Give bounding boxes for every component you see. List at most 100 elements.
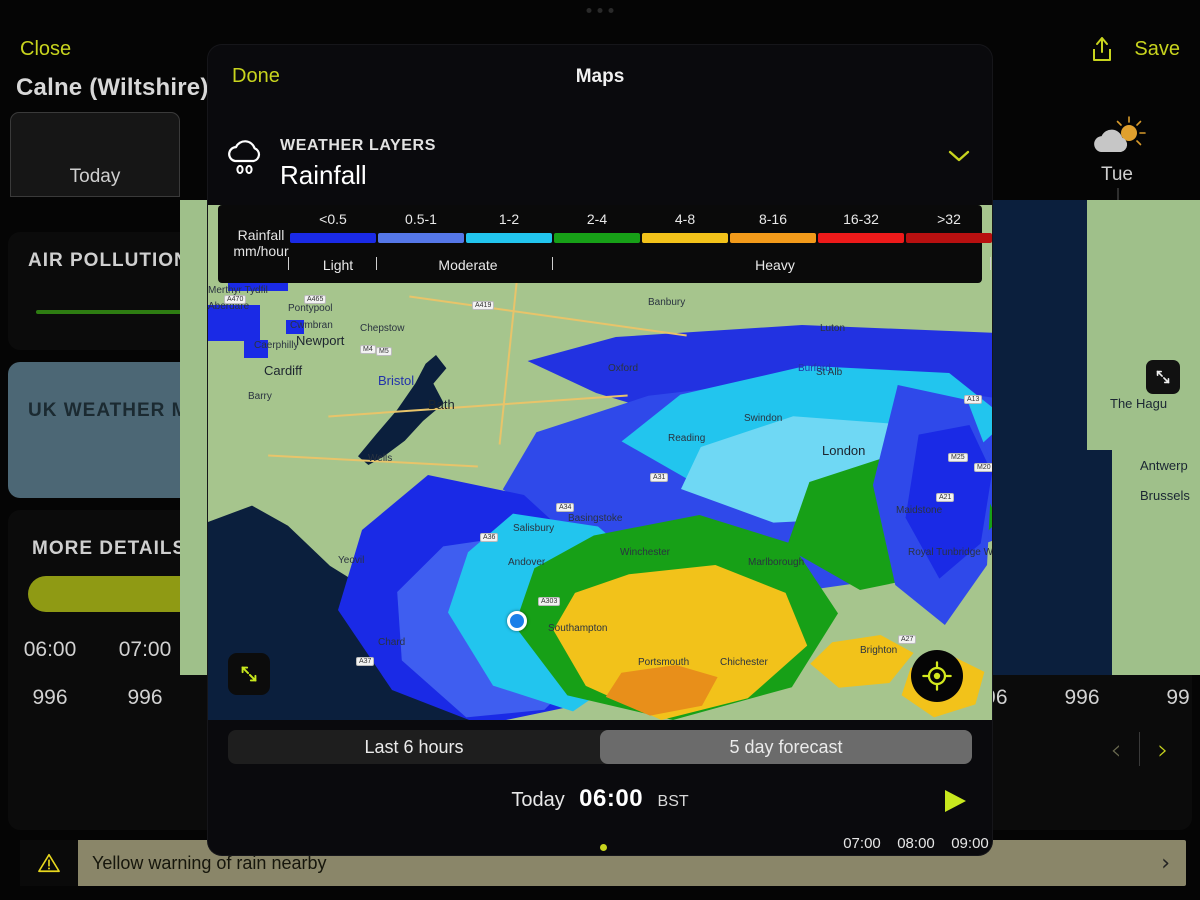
- road-badge: A465: [304, 295, 327, 304]
- segment-label: 5 day forecast: [729, 736, 843, 757]
- legend-band-swatch: [642, 233, 728, 243]
- legend-band-value: 0.5-1: [405, 211, 437, 227]
- map-label: Antwerp: [1140, 458, 1188, 473]
- legend-band: <0.5: [290, 211, 376, 243]
- background-map-left-strip[interactable]: [180, 200, 210, 675]
- locate-crosshair-icon[interactable]: [911, 650, 963, 702]
- current-frame-time: Today 06:00 BST: [208, 785, 992, 813]
- legend-band: 16-32: [818, 211, 904, 243]
- map-label: Basingstoke: [568, 513, 623, 524]
- map-label: Brighton: [860, 645, 898, 656]
- map-label: Maidstone: [896, 505, 943, 516]
- road-badge: M25: [948, 453, 968, 462]
- detail-value: 99: [1166, 686, 1190, 709]
- frame-time: 06:00: [579, 785, 644, 812]
- map-label: Cwmbran: [290, 320, 333, 331]
- rainfall-legend: Rainfall mm/hour <0.5 0.5-1 1-2 2-4 4-8 …: [218, 205, 992, 283]
- map-label: Salisbury: [513, 523, 555, 534]
- map-label: Reading: [668, 433, 706, 444]
- road-badge: A37: [356, 657, 375, 666]
- legend-band: 0.5-1: [378, 211, 464, 243]
- chevron-right-icon[interactable]: ›: [1161, 851, 1170, 876]
- details-pagination: ‹ ›: [1093, 732, 1186, 766]
- map-label: Yeovil: [338, 555, 365, 566]
- legend-band: 8-16: [730, 211, 816, 243]
- legend-scale: <0.5 0.5-1 1-2 2-4 4-8 8-16 16-32 >32 Li…: [288, 211, 992, 277]
- legend-band: 1-2: [466, 211, 552, 243]
- chevron-down-icon[interactable]: [948, 149, 970, 163]
- legend-tick: [990, 257, 991, 270]
- close-button[interactable]: Close: [20, 38, 71, 61]
- sun-behind-cloud-icon: [1087, 116, 1147, 162]
- timeline-labels: 07:00 08:00 09:00 10:00 11:00 12:00 13:0…: [208, 835, 992, 855]
- road-badge: A34: [556, 503, 575, 512]
- warning-triangle-icon: [20, 840, 78, 886]
- detail-value: 996: [127, 686, 163, 709]
- weather-layer-selector[interactable]: WEATHER LAYERS Rainfall: [208, 107, 992, 205]
- legend-band-swatch: [466, 233, 552, 243]
- card-title: AIR POLLUTION: [28, 250, 189, 271]
- map-label: Southampton: [548, 623, 608, 634]
- map-label: Oxford: [608, 363, 639, 374]
- day-tab-label: Today: [69, 166, 121, 187]
- maps-modal: Done Maps WEATHER LAYERS Rainfall Merthy…: [208, 45, 992, 855]
- legend-band-value: 1-2: [498, 211, 520, 227]
- legend-band-value: >32: [937, 211, 961, 227]
- share-icon[interactable]: [1090, 36, 1114, 62]
- frame-timezone: BST: [657, 793, 689, 810]
- map-label: Banbury: [648, 297, 686, 308]
- road-badge: M20: [974, 463, 992, 472]
- road-badge: A419: [472, 301, 495, 310]
- road-badge: A21: [936, 493, 955, 502]
- map-label: Chard: [378, 637, 406, 648]
- legend-band-swatch: [906, 233, 992, 243]
- map-label: Chepstow: [360, 323, 405, 334]
- map-label: Pontypool: [288, 303, 333, 314]
- legend-band-value: 16-32: [843, 211, 879, 227]
- time-range-segmented-control[interactable]: Last 6 hours 5 day forecast: [228, 730, 972, 764]
- background-map-right-strip[interactable]: The Hagu Antwerp Brussels: [992, 200, 1200, 675]
- legend-band-value: 2-4: [586, 211, 608, 227]
- legend-band-swatch: [378, 233, 464, 243]
- map-label: Cardiff: [264, 363, 303, 378]
- segment-last-6-hours[interactable]: Last 6 hours: [228, 730, 600, 764]
- legend-band-swatch: [290, 233, 376, 243]
- map-label: Bristol: [378, 373, 415, 388]
- card-title: MORE DETAILS: [32, 538, 187, 559]
- prev-button[interactable]: ‹: [1093, 733, 1139, 766]
- map-label: Burford: [798, 363, 831, 374]
- segment-5-day-forecast[interactable]: 5 day forecast: [600, 730, 972, 764]
- current-location-dot[interactable]: [507, 611, 527, 631]
- road-badge: A303: [538, 597, 561, 606]
- page-title: Calne (Wiltshire): [16, 74, 209, 101]
- road-badge: A470: [224, 295, 247, 304]
- legend-band-value: 8-16: [758, 211, 788, 227]
- road-badge: A27: [898, 635, 917, 644]
- map-label: Luton: [820, 323, 846, 334]
- modal-title: Maps: [575, 66, 625, 87]
- expand-icon[interactable]: [1146, 360, 1180, 394]
- legend-band-value: 4-8: [674, 211, 696, 227]
- timeline-scrubber[interactable]: 07:00 08:00 09:00 10:00 11:00 12:00 13:0…: [208, 835, 992, 855]
- legend-band-swatch: [554, 233, 640, 243]
- legend-unit-line1: Rainfall: [237, 227, 285, 243]
- app-root: Close Save Calne (Wiltshire) Today Tue A…: [0, 0, 1200, 900]
- modal-header: Done Maps: [208, 45, 992, 107]
- legend-tick: [552, 257, 553, 270]
- map-label: Portsmouth: [638, 657, 690, 668]
- legend-band-swatch: [730, 233, 816, 243]
- expand-icon[interactable]: [228, 653, 270, 695]
- frame-day: Today: [511, 789, 565, 811]
- save-button[interactable]: Save: [1134, 38, 1180, 61]
- map-label: The Hagu: [1110, 396, 1168, 411]
- next-button[interactable]: ›: [1140, 733, 1186, 766]
- timeline-label: 09:00: [951, 835, 989, 852]
- day-tab-tue[interactable]: Tue: [1062, 112, 1172, 200]
- map-label: Winchester: [620, 547, 671, 558]
- map-label: Barry: [248, 391, 272, 402]
- play-icon[interactable]: [940, 787, 970, 815]
- legend-tick: [376, 257, 377, 270]
- road-badge: M5: [376, 347, 392, 356]
- day-tab-today[interactable]: Today: [10, 112, 180, 197]
- map-label: Caerphilly: [254, 340, 299, 351]
